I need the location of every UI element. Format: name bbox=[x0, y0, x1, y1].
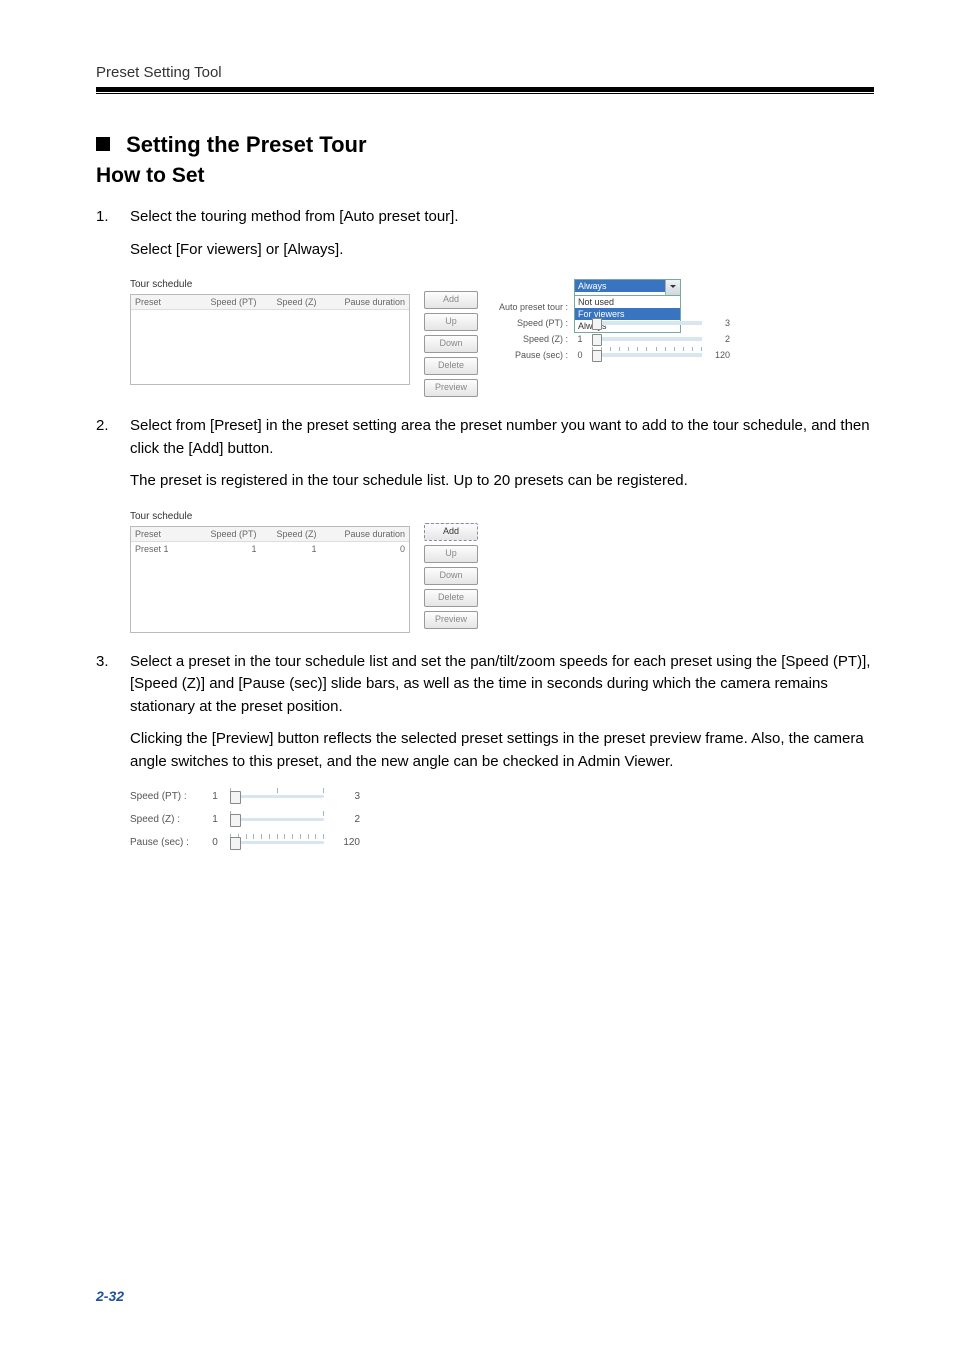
pause-sec-value: 0 bbox=[208, 837, 222, 848]
figure-2: Tour schedule Preset Speed (PT) Speed (Z… bbox=[130, 511, 874, 633]
dropdown-list[interactable]: Not used For viewers Always bbox=[574, 295, 681, 333]
step-body: Select a preset in the tour schedule lis… bbox=[130, 651, 874, 774]
step-number: 2. bbox=[96, 415, 130, 493]
cell-preset: Preset 1 bbox=[131, 542, 196, 556]
page-number: 2-32 bbox=[96, 1288, 124, 1304]
col-preset: Preset bbox=[131, 295, 196, 309]
speed-pt-slider[interactable] bbox=[230, 795, 324, 798]
step-3: 3. Select a preset in the tour schedule … bbox=[96, 651, 874, 774]
auto-preset-tour-dropdown[interactable]: Always bbox=[574, 279, 681, 296]
speed-z-label: Speed (Z) : bbox=[492, 334, 568, 344]
col-pause-duration: Pause duration bbox=[321, 295, 409, 309]
speed-z-value: 1 bbox=[208, 814, 222, 825]
slider-thumb-icon bbox=[230, 814, 241, 827]
speed-pt-max: 3 bbox=[332, 791, 360, 802]
chevron-down-icon bbox=[665, 280, 680, 295]
pause-sec-max: 120 bbox=[708, 350, 730, 360]
col-speed-z: Speed (Z) bbox=[261, 527, 321, 541]
speed-z-max: 2 bbox=[708, 334, 730, 344]
slider-thumb-icon bbox=[592, 350, 602, 362]
pause-sec-label: Pause (sec) : bbox=[492, 350, 568, 360]
step-subtext: Select [For viewers] or [Always]. bbox=[130, 239, 874, 262]
button-stack: Add Up Down Delete Preview bbox=[424, 523, 478, 633]
step-text: Select the touring method from [Auto pre… bbox=[130, 206, 874, 229]
dropdown-option-not-used[interactable]: Not used bbox=[575, 296, 680, 308]
header-text: Preset Setting Tool bbox=[96, 64, 222, 81]
up-button[interactable]: Up bbox=[424, 313, 478, 331]
step-text: Select a preset in the tour schedule lis… bbox=[130, 651, 874, 719]
pause-sec-row: Pause (sec) : 0 120 bbox=[130, 837, 360, 848]
add-button[interactable]: Add bbox=[424, 523, 478, 541]
add-button[interactable]: Add bbox=[424, 291, 478, 309]
slider-thumb-icon bbox=[592, 318, 602, 330]
speed-pt-max: 3 bbox=[708, 318, 730, 328]
slider-thumb-icon bbox=[230, 837, 241, 850]
speed-pt-label: Speed (PT) : bbox=[130, 791, 200, 802]
cell-pd: 0 bbox=[321, 542, 409, 556]
pause-sec-max: 120 bbox=[332, 837, 360, 848]
dropdown-option-for-viewers[interactable]: For viewers bbox=[575, 308, 680, 320]
speed-pt-label: Speed (PT) : bbox=[492, 318, 568, 328]
step-subtext: Clicking the [Preview] button reflects t… bbox=[130, 728, 874, 773]
tour-schedule-table: Preset Speed (PT) Speed (Z) Pause durati… bbox=[130, 294, 410, 385]
page: Preset Setting Tool Setting the Preset T… bbox=[0, 0, 954, 1352]
section-heading: Setting the Preset Tour bbox=[96, 132, 874, 158]
figure-3: Speed (PT) : 1 3 Speed (Z) : 1 2 Pause (… bbox=[130, 791, 874, 848]
col-pause-duration: Pause duration bbox=[321, 527, 409, 541]
col-speed-pt: Speed (PT) bbox=[196, 295, 261, 309]
table-row[interactable]: Preset 1 1 1 0 bbox=[131, 542, 409, 556]
slider-thumb-icon bbox=[592, 334, 602, 346]
speed-z-value: 1 bbox=[574, 334, 586, 344]
tour-schedule-body: Preset 1 1 1 0 bbox=[131, 542, 409, 632]
pause-sec-slider[interactable] bbox=[592, 353, 702, 357]
right-controls: Auto preset tour : Always Not used For v… bbox=[492, 279, 730, 397]
speed-z-label: Speed (Z) : bbox=[130, 814, 200, 825]
running-header: Preset Setting Tool bbox=[96, 64, 874, 100]
tour-schedule-box: Tour schedule Preset Speed (PT) Speed (Z… bbox=[130, 511, 410, 633]
down-button[interactable]: Down bbox=[424, 567, 478, 585]
figure-1: Tour schedule Preset Speed (PT) Speed (Z… bbox=[130, 279, 874, 397]
step-number: 3. bbox=[96, 651, 130, 774]
col-speed-pt: Speed (PT) bbox=[196, 527, 261, 541]
auto-preset-tour-label: Auto preset tour : bbox=[492, 302, 568, 312]
tour-schedule-title: Tour schedule bbox=[130, 511, 410, 522]
section-title-text: Setting the Preset Tour bbox=[126, 132, 366, 157]
step-number: 1. bbox=[96, 206, 130, 261]
slider-thumb-icon bbox=[230, 791, 241, 804]
header-rule bbox=[96, 87, 874, 92]
subsection-heading: How to Set bbox=[96, 164, 874, 188]
tour-schedule-table: Preset Speed (PT) Speed (Z) Pause durati… bbox=[130, 526, 410, 633]
col-speed-z: Speed (Z) bbox=[261, 295, 321, 309]
pause-sec-slider[interactable] bbox=[230, 841, 324, 844]
speed-pt-slider[interactable] bbox=[592, 321, 702, 325]
col-preset: Preset bbox=[131, 527, 196, 541]
delete-button[interactable]: Delete bbox=[424, 589, 478, 607]
speed-z-max: 2 bbox=[332, 814, 360, 825]
step-2: 2. Select from [Preset] in the preset se… bbox=[96, 415, 874, 493]
pause-sec-value: 0 bbox=[574, 350, 586, 360]
pause-sec-label: Pause (sec) : bbox=[130, 837, 200, 848]
tour-schedule-title: Tour schedule bbox=[130, 279, 410, 290]
step-text: Select from [Preset] in the preset setti… bbox=[130, 415, 874, 460]
up-button[interactable]: Up bbox=[424, 545, 478, 563]
preview-button[interactable]: Preview bbox=[424, 611, 478, 629]
step-1: 1. Select the touring method from [Auto … bbox=[96, 206, 874, 261]
speed-z-slider[interactable] bbox=[230, 818, 324, 821]
square-bullet-icon bbox=[96, 137, 110, 151]
cell-spt: 1 bbox=[196, 542, 261, 556]
step-body: Select from [Preset] in the preset setti… bbox=[130, 415, 874, 493]
button-stack: Add Up Down Delete Preview bbox=[424, 291, 478, 397]
speed-pt-value: 1 bbox=[208, 791, 222, 802]
down-button[interactable]: Down bbox=[424, 335, 478, 353]
tour-schedule-body bbox=[131, 310, 409, 384]
tour-schedule-box: Tour schedule Preset Speed (PT) Speed (Z… bbox=[130, 279, 410, 397]
speed-pt-row: Speed (PT) : 1 3 bbox=[130, 791, 360, 802]
speed-z-row: Speed (Z) : 1 2 bbox=[130, 814, 360, 825]
delete-button[interactable]: Delete bbox=[424, 357, 478, 375]
speed-z-slider[interactable] bbox=[592, 337, 702, 341]
preview-button[interactable]: Preview bbox=[424, 379, 478, 397]
step-subtext: The preset is registered in the tour sch… bbox=[130, 470, 874, 493]
step-body: Select the touring method from [Auto pre… bbox=[130, 206, 874, 261]
cell-sz: 1 bbox=[261, 542, 321, 556]
